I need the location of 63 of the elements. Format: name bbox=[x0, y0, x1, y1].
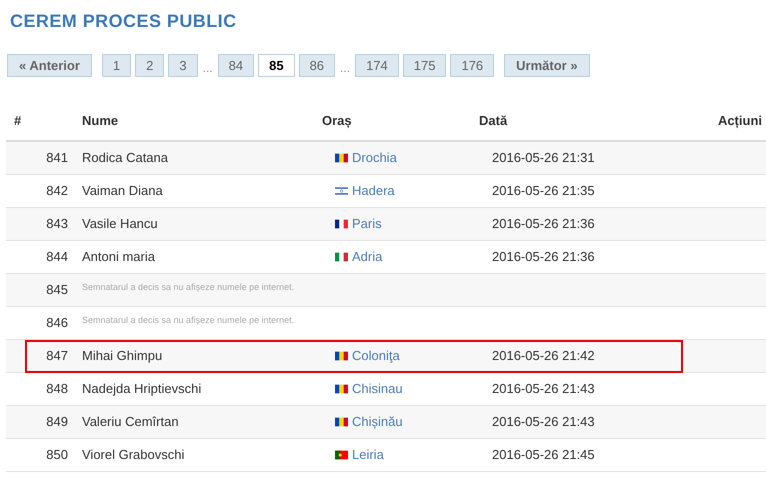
row-number: 844 bbox=[45, 248, 68, 266]
flag-icon bbox=[335, 186, 348, 196]
row-number: 845 bbox=[45, 281, 68, 300]
city-link[interactable]: Coloniţa bbox=[352, 346, 400, 366]
row-number: 848 bbox=[45, 380, 68, 398]
signature-date: 2016-05-26 21:42 bbox=[492, 347, 595, 366]
page-link[interactable]: 175 bbox=[402, 54, 446, 77]
flag-icon bbox=[335, 450, 348, 460]
signature-date: 2016-05-26 21:45 bbox=[492, 446, 595, 464]
page-link[interactable]: 1 bbox=[102, 54, 132, 77]
city-link[interactable]: Drochia bbox=[352, 148, 397, 168]
flag-icon bbox=[335, 417, 348, 427]
signer-name: Mihai Ghimpu bbox=[82, 347, 164, 366]
signature-date: 2016-05-26 21:43 bbox=[492, 413, 595, 432]
pagination-link[interactable]: « Anterior bbox=[7, 54, 92, 77]
signer-name: Rodica Catana bbox=[82, 149, 169, 168]
row-number: 850 bbox=[45, 446, 68, 464]
signer-name: Valeriu Cemîrtan bbox=[82, 413, 180, 432]
signature-date: 2016-05-26 21:35 bbox=[492, 182, 595, 200]
signer-name: Nadejda Hriptievschi bbox=[82, 380, 202, 398]
signer-name: Vaiman Diana bbox=[82, 182, 164, 200]
signature-date: 2016-05-26 21:36 bbox=[492, 248, 595, 266]
page-link[interactable]: 86 bbox=[298, 54, 336, 77]
row-number: 842 bbox=[45, 182, 68, 200]
city-link[interactable]: Chișinău bbox=[352, 412, 403, 432]
flag-icon bbox=[335, 153, 348, 163]
signer-name: Vasile Hancu bbox=[82, 215, 159, 234]
signature-date: 2016-05-26 21:31 bbox=[492, 149, 595, 168]
column-header: Nume bbox=[81, 112, 120, 130]
hidden-name-note: Semnatarul a decis sa nu afișeze numele pe internet. bbox=[82, 314, 294, 328]
row-number: 846 bbox=[45, 314, 68, 332]
page-link[interactable]: 174 bbox=[355, 54, 399, 77]
ellipsis: ... bbox=[202, 60, 214, 77]
column-header: Acțiuni bbox=[718, 112, 763, 130]
city-link[interactable]: Paris bbox=[352, 214, 382, 234]
signer-name: Antoni maria bbox=[82, 248, 156, 266]
page-link[interactable]: 84 bbox=[218, 54, 254, 77]
flag-icon bbox=[335, 384, 348, 394]
row-number: 849 bbox=[45, 413, 68, 432]
row-number: 847 bbox=[45, 347, 68, 366]
signature-date: 2016-05-26 21:43 bbox=[492, 380, 595, 398]
city-link[interactable]: Leiria bbox=[352, 445, 384, 465]
page-link[interactable]: 176 bbox=[450, 54, 494, 77]
ellipsis: ... bbox=[339, 60, 352, 77]
row-number: 841 bbox=[45, 149, 68, 168]
signature-date: 2016-05-26 21:36 bbox=[492, 215, 595, 234]
hidden-name-note: Semnatarul a decis sa nu afișeze numele pe internet. bbox=[82, 281, 294, 294]
signer-name: Viorel Grabovschi bbox=[82, 446, 186, 464]
page-link[interactable]: 2 bbox=[135, 54, 164, 77]
column-header: # bbox=[13, 112, 22, 130]
column-header: Dată bbox=[479, 112, 508, 130]
page-link[interactable]: 85 bbox=[258, 54, 295, 77]
flag-icon bbox=[335, 252, 348, 262]
city-link[interactable]: Chisinau bbox=[352, 379, 403, 399]
city-link[interactable]: Hadera bbox=[352, 181, 395, 201]
flag-icon bbox=[335, 219, 348, 229]
pagination-link[interactable]: Următor » bbox=[504, 54, 590, 77]
page-link[interactable]: 3 bbox=[168, 54, 198, 77]
flag-icon bbox=[335, 351, 348, 361]
row-number: 843 bbox=[45, 215, 68, 234]
city-link[interactable]: Adria bbox=[352, 247, 382, 267]
column-header: Oraș bbox=[322, 112, 353, 130]
page-title: CEREM PROCES PUBLIC bbox=[10, 10, 237, 33]
